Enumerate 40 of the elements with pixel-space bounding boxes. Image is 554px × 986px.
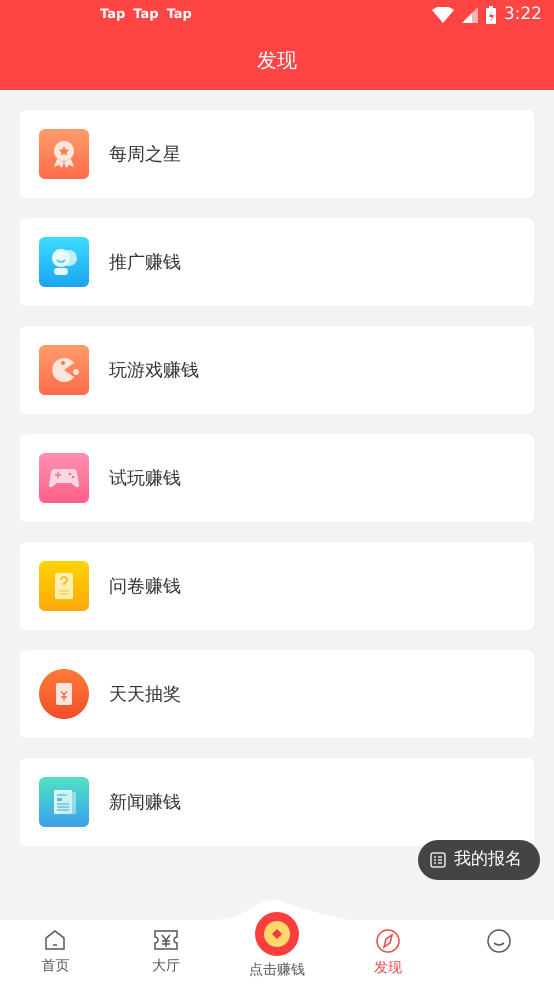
ticket-icon (153, 928, 180, 952)
medal-icon (39, 129, 89, 179)
notification-text: Tap (133, 6, 159, 24)
menu-card[interactable]: 问卷赚钱 (20, 542, 534, 630)
menu-label: 天天抽奖 (109, 682, 181, 706)
nav-tab[interactable]: 发现 (332, 920, 444, 986)
signal-icon (462, 7, 478, 23)
list-icon (430, 852, 446, 868)
page-title: 发现 (257, 47, 297, 74)
menu-label: 试玩赚钱 (109, 466, 181, 490)
house-icon (43, 928, 68, 952)
gamepad-icon (39, 453, 89, 503)
coin-icon (254, 912, 299, 956)
menu-label: 推广赚钱 (109, 250, 181, 274)
nav-tab[interactable]: 大厅 (110, 920, 222, 986)
my-signup-button[interactable]: 我的报名 (418, 840, 540, 880)
menu-label: 玩游戏赚钱 (109, 358, 199, 382)
menu-label: 新闻赚钱 (109, 790, 181, 814)
survey-icon (39, 561, 89, 611)
game-icon (39, 345, 89, 395)
menu-card[interactable]: 推广赚钱 (20, 218, 534, 306)
smiley-icon (486, 928, 512, 954)
notification-text: Tap (100, 6, 126, 24)
nav-tab[interactable]: 首页 (0, 920, 111, 986)
compass-icon (374, 928, 401, 954)
menu-card[interactable]: 试玩赚钱 (20, 434, 534, 522)
menu-card[interactable]: 新闻赚钱 (20, 758, 534, 846)
battery-icon (486, 6, 496, 24)
lottery-icon (39, 669, 89, 719)
clock-time: 3:22 (504, 3, 542, 26)
menu-card[interactable]: 每周之星 (20, 110, 534, 198)
wifi-icon (432, 7, 454, 23)
menu-label: 每周之星 (109, 142, 181, 166)
menu-label: 问卷赚钱 (109, 574, 181, 598)
nav-tab[interactable]: 点击赚钱 (222, 912, 332, 986)
notification-text: Tap (166, 6, 192, 24)
menu-card[interactable]: 天天抽奖 (20, 650, 534, 738)
menu-card[interactable]: 玩游戏赚钱 (20, 326, 534, 414)
news-icon (39, 777, 89, 827)
chat-icon (39, 237, 89, 287)
